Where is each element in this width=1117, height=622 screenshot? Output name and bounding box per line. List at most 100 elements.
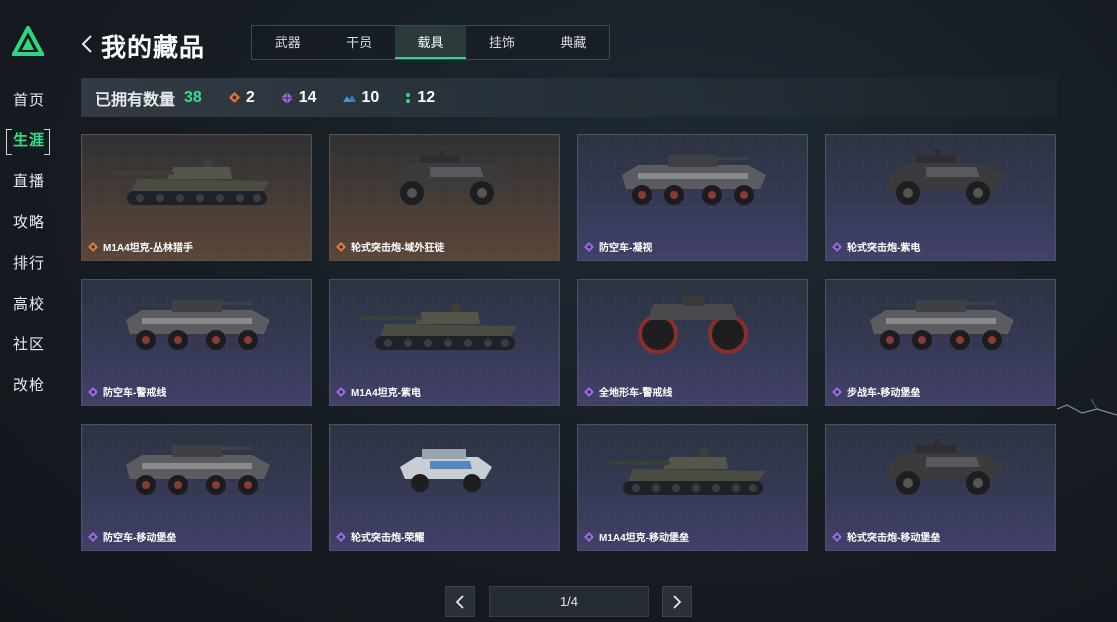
sidebar-item-career[interactable]: 生涯 xyxy=(6,129,50,155)
vehicle-card[interactable]: M1A4坦克-移动堡垒 xyxy=(577,424,808,551)
apc-vehicle-icon xyxy=(870,300,1014,350)
category-tabs: 武器 干员 载具 挂饰 典藏 xyxy=(251,25,610,60)
apc-vehicle-icon xyxy=(622,155,766,205)
vehicle-card-name: 全地形车-警戒线 xyxy=(599,388,673,399)
vehicle-card-label: 防空车-凝视 xyxy=(584,239,652,254)
vehicle-card-label: 全地形车-警戒线 xyxy=(584,384,672,399)
tab-operators[interactable]: 干员 xyxy=(323,26,394,59)
vehicle-card-name: 轮式突击炮-紫电 xyxy=(847,243,921,254)
app-logo-icon[interactable] xyxy=(12,26,44,56)
vehicle-card-name: M1A4坦克-移动堡垒 xyxy=(599,533,690,544)
sidebar-item-guide[interactable]: 攻略 xyxy=(13,211,53,235)
stat-green: 12 xyxy=(405,89,435,107)
chevron-right-icon xyxy=(673,594,682,609)
purple-rarity-icon xyxy=(88,386,98,397)
vehicle-card-label: 轮式突击炮-荣耀 xyxy=(336,529,424,544)
purple-rarity-icon xyxy=(584,386,594,397)
purple-rarity-icon xyxy=(336,386,346,397)
tab-charms[interactable]: 挂饰 xyxy=(466,26,537,59)
apc-vehicle-icon xyxy=(126,445,270,495)
vehicle-card[interactable]: 防空车-移动堡垒 xyxy=(81,424,312,551)
vehicle-card-label: M1A4坦克-紫电 xyxy=(336,384,421,399)
purple-rarity-icon xyxy=(832,531,842,542)
vehicle-card-label: M1A4坦克-移动堡垒 xyxy=(584,529,689,544)
vehicle-card[interactable]: M1A4坦克-丛林猎手 xyxy=(81,134,312,261)
stat-blue: 10 xyxy=(342,88,380,107)
purple-rarity-icon xyxy=(584,241,594,252)
tab-weapons[interactable]: 武器 xyxy=(252,26,323,59)
back-arrow-icon[interactable] xyxy=(80,34,94,54)
chevron-left-icon xyxy=(455,594,464,609)
jeep-vehicle-icon xyxy=(400,449,492,492)
orange-diamond-icon xyxy=(228,92,240,103)
vehicle-card-name: 防空车-警戒线 xyxy=(103,388,167,399)
lightning-decoration xyxy=(1056,398,1117,416)
purple-rarity-icon xyxy=(336,531,346,542)
purple-rarity-icon xyxy=(88,531,98,542)
sidebar-item-home[interactable]: 首页 xyxy=(13,89,53,113)
vehicle-card[interactable]: 轮式突击炮-移动堡垒 xyxy=(825,424,1056,551)
purple-rarity-icon xyxy=(832,386,842,397)
tab-vehicles[interactable]: 载具 xyxy=(394,26,467,59)
sidebar-item-college[interactable]: 高校 xyxy=(13,293,53,317)
tank-vehicle-icon xyxy=(360,304,518,350)
purple-diamond-icon xyxy=(280,91,293,104)
next-page-button[interactable] xyxy=(662,586,692,617)
vehicle-card-label: M1A4坦克-丛林猎手 xyxy=(88,239,193,254)
vehicle-card-label: 轮式突击炮-移动堡垒 xyxy=(832,529,940,544)
prev-page-button[interactable] xyxy=(445,586,475,617)
vehicle-card[interactable]: 轮式突击炮-域外狂徒 xyxy=(329,134,560,261)
sidebar-item-ranking[interactable]: 排行 xyxy=(13,252,53,276)
tab-collection[interactable]: 典藏 xyxy=(538,26,609,59)
page-title: 我的藏品 xyxy=(101,34,206,62)
apc-vehicle-icon xyxy=(126,300,270,350)
vehicle-card[interactable]: 轮式突击炮-荣耀 xyxy=(329,424,560,551)
orange-rarity-icon xyxy=(88,241,98,252)
orange-rarity-icon xyxy=(336,241,346,252)
owned-stats-bar: 已拥有数量 38 2 14 10 12 xyxy=(81,78,1057,117)
vehicle-card-name: 防空车-移动堡垒 xyxy=(103,533,177,544)
blue-chevron-icon xyxy=(342,94,356,102)
vehicle-card-label: 轮式突击炮-域外狂徒 xyxy=(336,239,444,254)
vehicle-card[interactable]: 步战车-移动堡垒 xyxy=(825,279,1056,406)
vehicle-card[interactable]: 轮式突击炮-紫电 xyxy=(825,134,1056,261)
buggy-vehicle-icon xyxy=(390,149,510,205)
purple-rarity-icon xyxy=(584,531,594,542)
sidebar-item-community[interactable]: 社区 xyxy=(13,333,53,357)
vehicle-card[interactable]: 全地形车-警戒线 xyxy=(577,279,808,406)
vehicle-card-name: M1A4坦克-丛林猎手 xyxy=(103,243,194,254)
green-dots-icon xyxy=(406,92,411,103)
sidebar-item-live[interactable]: 直播 xyxy=(13,170,53,194)
vehicle-card-name: 防空车-凝视 xyxy=(599,243,653,254)
page-indicator: 1/4 xyxy=(489,586,649,617)
owned-count-total: 38 xyxy=(184,88,202,106)
vehicle-card-name: 步战车-移动堡垒 xyxy=(847,388,921,399)
vehicle-card-name: 轮式突击炮-荣耀 xyxy=(351,533,425,544)
owned-count-label: 已拥有数量 xyxy=(95,91,176,109)
stat-green-value: 12 xyxy=(417,88,436,106)
sidebar-item-gun-mod[interactable]: 改枪 xyxy=(13,374,53,398)
purple-rarity-icon xyxy=(832,241,842,252)
stat-orange: 2 xyxy=(228,88,255,107)
stat-purple: 14 xyxy=(280,88,317,107)
vehicle-card-name: M1A4坦克-紫电 xyxy=(351,388,422,399)
vehicle-card-label: 防空车-移动堡垒 xyxy=(88,529,176,544)
tank-vehicle-icon xyxy=(112,159,270,205)
vehicle-card-name: 轮式突击炮-移动堡垒 xyxy=(847,533,941,544)
vehicle-card-name: 轮式突击炮-域外狂徒 xyxy=(351,243,445,254)
atv-vehicle-icon xyxy=(638,296,748,354)
buggy-vehicle-icon xyxy=(886,149,1006,205)
vehicle-card[interactable]: 防空车-警戒线 xyxy=(81,279,312,406)
vehicle-card-label: 步战车-移动堡垒 xyxy=(832,384,920,399)
vehicle-card[interactable]: M1A4坦克-紫电 xyxy=(329,279,560,406)
stat-blue-value: 10 xyxy=(361,88,380,106)
vehicle-card[interactable]: 防空车-凝视 xyxy=(577,134,808,261)
stat-orange-value: 2 xyxy=(245,88,255,106)
vehicle-card-label: 轮式突击炮-紫电 xyxy=(832,239,920,254)
sidebar: 首页 生涯 直播 攻略 排行 高校 社区 改枪 xyxy=(0,0,60,622)
tank-vehicle-icon xyxy=(608,449,766,495)
stat-purple-value: 14 xyxy=(298,88,317,106)
vehicle-card-label: 防空车-警戒线 xyxy=(88,384,166,399)
vehicle-grid: M1A4坦克-丛林猎手 轮式突击炮-域外狂徒 防空车-凝视 轮式突击炮-紫电防空车-警… xyxy=(81,134,1057,551)
buggy-vehicle-icon xyxy=(886,439,1006,495)
